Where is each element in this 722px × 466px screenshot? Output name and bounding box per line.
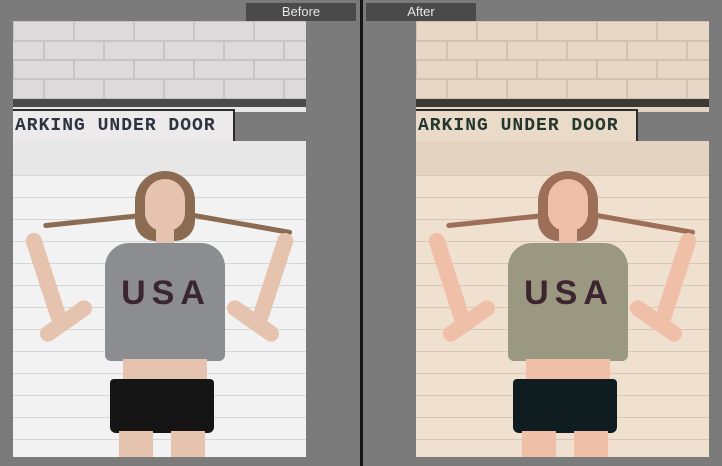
brick	[73, 59, 135, 80]
denim-shorts	[513, 379, 617, 433]
parking-sign: ARKING UNDER DOOR	[13, 109, 235, 144]
steel-beam	[13, 99, 306, 107]
brick	[416, 59, 478, 80]
before-photo: ARKING UNDER DOOR USA	[13, 21, 306, 457]
brick	[103, 40, 165, 61]
brick-wall	[416, 21, 709, 99]
brick	[626, 40, 688, 61]
midriff	[123, 359, 207, 381]
brick	[506, 40, 568, 61]
brick	[43, 78, 105, 99]
door-slat	[416, 439, 709, 440]
brick	[13, 59, 75, 80]
door-slat	[13, 439, 306, 440]
brick	[656, 21, 709, 42]
brick	[596, 59, 658, 80]
after-pane: After ARKING UNDER DOOR USA	[363, 0, 722, 466]
midriff	[526, 359, 610, 381]
brick	[223, 78, 285, 99]
brick	[103, 78, 165, 99]
brick	[566, 78, 628, 99]
brick	[416, 78, 448, 99]
brick	[476, 21, 538, 42]
parking-sign: ARKING UNDER DOOR	[416, 109, 638, 144]
brick	[223, 40, 285, 61]
brick	[193, 21, 255, 42]
brick	[163, 78, 225, 99]
before-after-comparison: Before ARKING UNDER DOOR USA After ARKING…	[0, 0, 722, 466]
brick	[536, 21, 598, 42]
right-leg	[574, 431, 608, 457]
after-label: After	[366, 3, 476, 21]
steel-beam	[416, 99, 709, 107]
door-header	[13, 141, 306, 175]
brick	[446, 40, 508, 61]
parking-sign-text: ARKING UNDER DOOR	[418, 116, 619, 136]
before-pane: Before ARKING UNDER DOOR USA	[0, 0, 360, 466]
brick	[133, 59, 195, 80]
brick	[133, 21, 195, 42]
face	[145, 179, 185, 231]
brick	[416, 40, 448, 61]
brick	[536, 59, 598, 80]
left-leg	[522, 431, 556, 457]
brick	[13, 40, 45, 61]
brick	[43, 40, 105, 61]
brick	[416, 21, 478, 42]
denim-shorts	[110, 379, 214, 433]
brick	[283, 78, 306, 99]
after-photo: ARKING UNDER DOOR USA	[416, 21, 709, 457]
brick	[506, 78, 568, 99]
shirt-text: USA	[121, 274, 211, 312]
right-leg	[171, 431, 205, 457]
brick	[253, 59, 306, 80]
brick	[566, 40, 628, 61]
brick	[73, 21, 135, 42]
brick	[13, 78, 45, 99]
brick	[656, 59, 709, 80]
before-label: Before	[246, 3, 356, 21]
face	[548, 179, 588, 231]
door-header	[416, 141, 709, 175]
brick	[163, 40, 225, 61]
shirt-text: USA	[524, 274, 614, 312]
left-leg	[119, 431, 153, 457]
brick	[476, 59, 538, 80]
brick-wall	[13, 21, 306, 99]
brick	[283, 40, 306, 61]
brick	[13, 21, 75, 42]
brick	[193, 59, 255, 80]
brick	[596, 21, 658, 42]
parking-sign-text: ARKING UNDER DOOR	[15, 116, 216, 136]
brick	[686, 78, 709, 99]
brick	[686, 40, 709, 61]
brick	[626, 78, 688, 99]
brick	[446, 78, 508, 99]
brick	[253, 21, 306, 42]
